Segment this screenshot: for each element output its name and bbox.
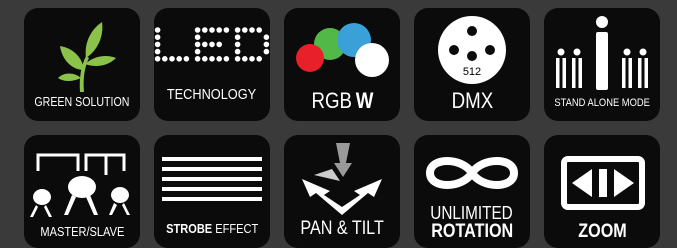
feature-led-technology: TECHNOLOGY: [154, 8, 270, 121]
led-dot: [249, 56, 255, 62]
led-dot: [202, 27, 208, 33]
master-slave-label: MASTER/SLAVE: [40, 224, 124, 239]
led-dot: [194, 56, 201, 62]
led-dot: [242, 56, 248, 62]
led-dot: [154, 34, 161, 40]
dmx-pin-label: 512: [462, 66, 482, 78]
led-dot: [234, 27, 241, 33]
led-dot: [154, 27, 161, 33]
led-dot: [154, 48, 161, 55]
led-dot: [223, 56, 230, 62]
led-dot: [209, 41, 215, 48]
led-dot: [256, 56, 262, 62]
led-dot: [242, 27, 248, 33]
led-dot: [223, 27, 230, 33]
rgbw-label: RGB W: [311, 88, 373, 113]
led-dot: [162, 56, 168, 62]
led-dot: [154, 56, 161, 62]
led-dot: [209, 56, 215, 62]
feature-zoom: ZOOM: [544, 135, 660, 248]
led-dot: [209, 27, 215, 33]
led-dot: [249, 27, 255, 33]
feature-dmx: 512 DMX: [414, 8, 530, 121]
led-dot: [216, 56, 222, 62]
led-dot: [194, 34, 201, 40]
led-dot: [183, 56, 190, 62]
feature-stand-alone: STAND ALONE MODE: [544, 8, 660, 121]
led-dot: [256, 27, 262, 33]
stand-alone-label: STAND ALONE MODE: [554, 97, 650, 109]
led-dot: [263, 48, 270, 55]
led-dots-icon: [154, 27, 270, 62]
led-dot: [176, 56, 182, 62]
led-dot: [263, 34, 270, 40]
led-dot: [234, 34, 241, 40]
led-dot: [216, 27, 222, 33]
strobe-label: STROBE EFFECT: [165, 221, 259, 236]
feature-strobe: STROBE EFFECT: [154, 135, 270, 248]
led-dot: [202, 41, 208, 48]
led-dot: [194, 48, 201, 55]
feature-rgbw: RGB W: [284, 8, 400, 121]
pan-tilt-label: PAN & TILT: [300, 218, 384, 239]
rotation-label: ROTATION: [431, 221, 513, 242]
led-dot: [154, 41, 161, 48]
led-dot: [194, 41, 201, 48]
dmx-label: DMX: [451, 88, 493, 113]
led-dot: [216, 41, 222, 48]
led-technology-label: TECHNOLOGY: [167, 86, 257, 103]
feature-pan-tilt: PAN & TILT: [284, 135, 400, 248]
zoom-label: ZOOM: [577, 221, 627, 242]
led-dot: [202, 56, 208, 62]
led-dot: [169, 56, 175, 62]
feature-green-solution: GREEN SOLUTION: [24, 8, 140, 121]
feature-master-slave: MASTER/SLAVE: [24, 135, 140, 248]
led-dot: [234, 41, 241, 48]
green-solution-label: GREEN SOLUTION: [34, 95, 130, 109]
led-dot: [194, 27, 201, 33]
feature-unlimited-rotation: UNLIMITED ROTATION: [414, 135, 530, 248]
led-dot: [263, 41, 270, 48]
led-dot: [234, 56, 241, 62]
led-dot: [234, 48, 241, 55]
